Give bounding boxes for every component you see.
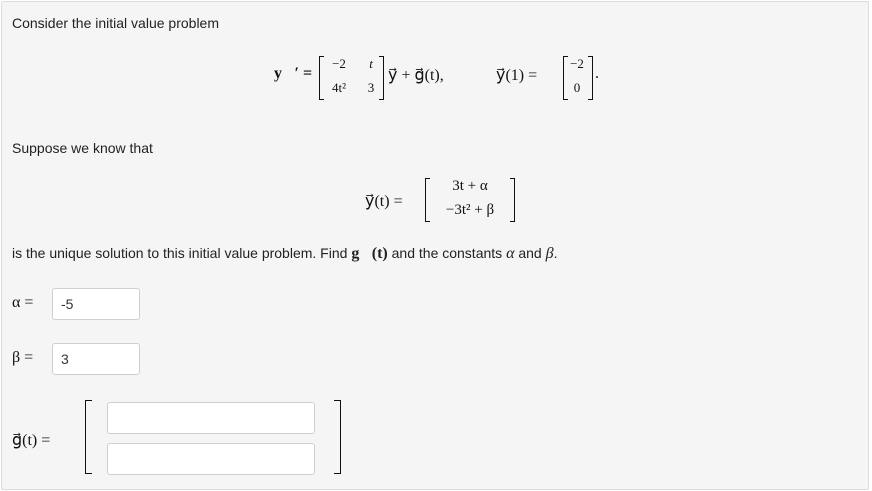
- ode-rhs: y⃗ + g⃗(t),: [388, 67, 444, 84]
- g-label: g⃗(t) =: [12, 432, 51, 449]
- ic-lhs: y⃗(1) =: [496, 67, 538, 84]
- beta-input[interactable]: [52, 343, 140, 375]
- g-symbol: g⃗(t): [351, 245, 388, 262]
- ic-right-bracket: [588, 56, 593, 100]
- beta-label: β =: [12, 349, 34, 366]
- matrix-cell: 3: [367, 80, 375, 95]
- solution-right-bracket: [510, 178, 515, 222]
- beta-symbol: β: [545, 245, 554, 262]
- g-left-bracket: [85, 400, 92, 474]
- matrix-cell: −2: [332, 56, 346, 71]
- alpha-input[interactable]: [52, 288, 140, 320]
- ode-lhs: y⃗′ =: [274, 65, 313, 82]
- solution-component: −3t² + β: [445, 202, 495, 218]
- task-end: .: [553, 245, 558, 261]
- ic-cell: −2: [570, 56, 584, 71]
- solution-lhs: y⃗(t) =: [365, 193, 403, 210]
- question-panel: Consider the initial value problem y⃗′ =…: [1, 1, 869, 490]
- ic-period: .: [595, 65, 599, 82]
- g-right-bracket: [334, 400, 341, 474]
- task-text: is the unique solution to this initial v…: [12, 245, 557, 263]
- g-component-1-input[interactable]: [107, 402, 315, 434]
- task-prefix: is the unique solution to this initial v…: [12, 245, 352, 261]
- matrix-right-bracket: [379, 56, 384, 100]
- task-middle: and the constants: [387, 245, 507, 261]
- intro-text: Consider the initial value problem: [12, 15, 219, 31]
- suppose-text: Suppose we know that: [12, 140, 153, 156]
- matrix-cell: 4t²: [331, 80, 346, 95]
- task-and: and: [514, 245, 546, 261]
- solution-component: 3t + α: [452, 178, 488, 194]
- ic-cell: 0: [573, 80, 581, 95]
- alpha-label: α =: [12, 294, 34, 311]
- matrix-cell: t: [369, 56, 373, 71]
- g-component-2-input[interactable]: [107, 443, 315, 475]
